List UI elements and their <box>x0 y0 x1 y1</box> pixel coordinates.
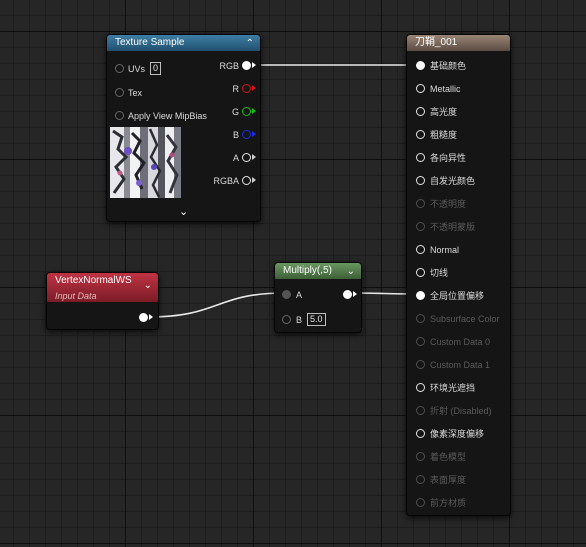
collapse-chevron-icon[interactable]: ⌃ <box>246 36 254 52</box>
vertex-normal-ws-node[interactable]: VertexNormalWS Input Data ⌄ <box>46 272 159 330</box>
material-label-subsurface-color: Subsurface Color <box>430 314 500 324</box>
wire-vertexnormal-to-multiply <box>147 292 286 318</box>
uvs-value-input[interactable]: 0 <box>150 62 162 75</box>
uvs-input-pin[interactable] <box>115 64 124 73</box>
multiply-a-label: A <box>296 290 303 300</box>
material-label-anisotropy: 各向异性 <box>430 153 467 163</box>
apply-view-mipbias-label: Apply View MipBias <box>128 111 207 121</box>
multiply-b-input-pin[interactable] <box>282 315 291 324</box>
material-pin-ambient-occlusion[interactable] <box>416 383 425 392</box>
material-pin-front-material <box>416 498 425 507</box>
uvs-label: UVs <box>128 64 146 74</box>
material-pin-world-position-offset[interactable] <box>416 291 425 300</box>
material-label-base-color: 基础颜色 <box>430 61 467 71</box>
material-pin-base-color[interactable] <box>416 61 425 70</box>
material-label-opacity: 不透明度 <box>430 199 467 209</box>
material-label-ambient-occlusion: 环境光遮挡 <box>430 383 476 393</box>
multiply-title: Multiply(,5) <box>283 265 332 276</box>
texture-sample-node[interactable]: Texture Sample ⌃ UVs 0 Tex Apply View Mi… <box>106 34 261 222</box>
rgba-output-pin[interactable] <box>242 176 251 185</box>
tex-label: Tex <box>128 88 143 98</box>
texture-sample-header[interactable]: Texture Sample ⌃ <box>107 35 260 51</box>
multiply-header[interactable]: Multiply(,5) ⌄ <box>275 263 361 279</box>
a-output-arrow-icon <box>252 154 256 160</box>
multiply-b-label: B <box>296 315 303 325</box>
a-output-pin[interactable] <box>242 153 251 162</box>
material-label-custom-data-0: Custom Data 0 <box>430 337 491 347</box>
r-output-label: R <box>232 84 240 94</box>
vertex-normal-header[interactable]: VertexNormalWS Input Data ⌄ <box>47 273 158 302</box>
material-pin-subsurface-color <box>416 314 425 323</box>
rgb-output-label: RGB <box>219 61 239 71</box>
rgba-output-arrow-icon <box>252 177 256 183</box>
material-label-metallic: Metallic <box>430 84 461 94</box>
b-output-pin[interactable] <box>242 130 251 139</box>
material-label-specular: 高光度 <box>430 107 458 117</box>
material-label-emissive-color: 自发光颜色 <box>430 176 476 186</box>
material-title: 刀鞘_001 <box>415 37 458 48</box>
b-output-arrow-icon <box>252 131 256 137</box>
rgb-output-pin[interactable] <box>242 61 251 70</box>
material-pin-opacity <box>416 199 425 208</box>
r-output-pin[interactable] <box>242 84 251 93</box>
material-pin-metallic[interactable] <box>416 84 425 93</box>
material-label-shading-model: 着色模型 <box>430 452 467 462</box>
multiply-chevron-icon[interactable]: ⌄ <box>347 264 355 280</box>
b-output-label: B <box>232 130 239 140</box>
material-label-pixel-depth-offset: 像素深度偏移 <box>430 429 485 439</box>
material-pin-normal[interactable] <box>416 245 425 254</box>
material-pin-custom-data-1 <box>416 360 425 369</box>
r-output-arrow-icon <box>252 85 256 91</box>
expand-chevron-icon[interactable]: ⌄ <box>179 205 188 218</box>
material-pin-emissive-color[interactable] <box>416 176 425 185</box>
material-pin-specular[interactable] <box>416 107 425 116</box>
material-pin-surface-thickness <box>416 475 425 484</box>
material-label-front-material: 前方材质 <box>430 498 467 508</box>
g-output-label: G <box>231 107 239 117</box>
material-label-roughness: 粗糙度 <box>430 130 458 140</box>
multiply-output-pin[interactable] <box>343 290 352 299</box>
rgba-output-label: RGBA <box>213 176 239 186</box>
material-pin-anisotropy[interactable] <box>416 153 425 162</box>
material-label-opacity-mask: 不透明蒙版 <box>430 222 476 232</box>
material-label-surface-thickness: 表面厚度 <box>430 475 467 485</box>
multiply-output-arrow-icon <box>353 291 357 297</box>
vertex-normal-arrow-icon <box>149 314 153 320</box>
material-result-node[interactable]: 刀鞘_001 基础颜色 Metallic 高光度 粗糙度 各向异性 自发光颜色 … <box>406 34 511 516</box>
vertex-normal-output-pin[interactable] <box>139 313 148 322</box>
material-pin-roughness[interactable] <box>416 130 425 139</box>
material-label-refraction: 折射 (Disabled) <box>430 406 492 416</box>
vertex-normal-chevron-icon[interactable]: ⌄ <box>144 278 152 294</box>
tex-input-pin[interactable] <box>115 88 124 97</box>
material-pin-custom-data-0 <box>416 337 425 346</box>
apply-view-mipbias-pin[interactable] <box>115 111 124 120</box>
vertex-normal-subtitle: Input Data <box>55 291 97 301</box>
g-output-arrow-icon <box>252 108 256 114</box>
material-pin-refraction <box>416 406 425 415</box>
vertex-normal-title: VertexNormalWS <box>55 275 132 286</box>
material-pin-pixel-depth-offset[interactable] <box>416 429 425 438</box>
material-label-custom-data-1: Custom Data 1 <box>430 360 491 370</box>
material-pin-shading-model <box>416 452 425 461</box>
material-pin-tangent[interactable] <box>416 268 425 277</box>
multiply-node[interactable]: Multiply(,5) ⌄ A B 5.0 <box>274 262 362 333</box>
texture-sample-title: Texture Sample <box>115 37 185 48</box>
rgb-output-arrow-icon <box>252 62 256 68</box>
material-header[interactable]: 刀鞘_001 <box>407 35 510 51</box>
multiply-a-input-pin[interactable] <box>282 290 291 299</box>
texture-preview-thumbnail <box>110 127 181 198</box>
material-label-tangent: 切线 <box>430 268 449 278</box>
a-output-label: A <box>232 153 239 163</box>
material-label-normal: Normal <box>430 245 460 255</box>
multiply-b-value-input[interactable]: 5.0 <box>307 313 326 326</box>
material-label-world-position-offset: 全局位置偏移 <box>430 291 485 301</box>
material-pin-opacity-mask <box>416 222 425 231</box>
g-output-pin[interactable] <box>242 107 251 116</box>
